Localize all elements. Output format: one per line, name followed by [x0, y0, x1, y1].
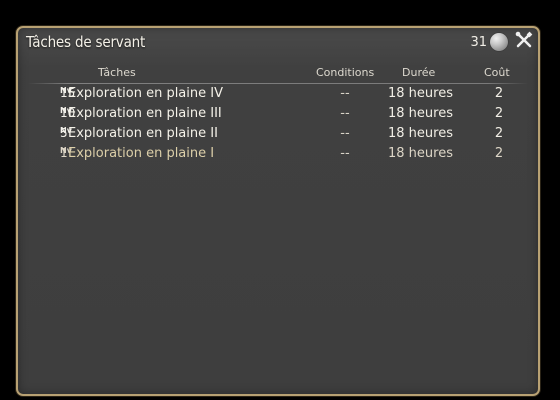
currency-count: 31: [470, 34, 487, 50]
task-conditions: --: [340, 146, 350, 161]
task-cost: 2: [494, 126, 504, 141]
task-conditions: --: [340, 126, 350, 141]
header-cost: Coût: [484, 66, 510, 79]
servant-tasks-window: Tâches de servant 31 Tâches Conditions D…: [16, 26, 540, 396]
task-duration: 18 heures: [388, 126, 453, 141]
task-name: Exploration en plaine III: [68, 106, 222, 121]
header-duration: Durée: [402, 66, 436, 79]
crossed-tools-icon[interactable]: [514, 30, 534, 50]
task-cost: 2: [494, 86, 504, 101]
task-conditions: --: [340, 86, 350, 101]
task-name: Exploration en plaine II: [68, 126, 218, 141]
level-value: 1: [60, 146, 68, 160]
currency-display: 31: [470, 33, 508, 51]
task-table-header: Tâches Conditions Durée Coût: [28, 66, 528, 84]
task-cost: 2: [494, 146, 504, 161]
task-row[interactable]: Nv 15 Exploration en plaine IV -- 18 heur…: [28, 86, 528, 106]
task-row[interactable]: Nv 5 Exploration en plaine II -- 18 heure…: [28, 126, 528, 146]
task-conditions: --: [340, 106, 350, 121]
task-row[interactable]: Nv 1 Exploration en plaine I -- 18 heures…: [28, 146, 528, 166]
task-duration: 18 heures: [388, 86, 453, 101]
task-duration: 18 heures: [388, 146, 453, 161]
task-name: Exploration en plaine IV: [68, 86, 223, 101]
task-row[interactable]: Nv 10 Exploration en plaine III -- 18 heu…: [28, 106, 528, 126]
task-cost: 2: [494, 106, 504, 121]
task-name: Exploration en plaine I: [68, 146, 215, 161]
header-conditions: Conditions: [316, 66, 375, 79]
task-duration: 18 heures: [388, 106, 453, 121]
window-title: Tâches de servant: [26, 33, 146, 51]
header-divider: [28, 83, 528, 84]
silver-coin-icon: [490, 33, 508, 51]
header-tasks: Tâches: [98, 66, 136, 79]
task-list: Nv 15 Exploration en plaine IV -- 18 heur…: [28, 86, 528, 166]
level-value: 5: [60, 126, 68, 140]
